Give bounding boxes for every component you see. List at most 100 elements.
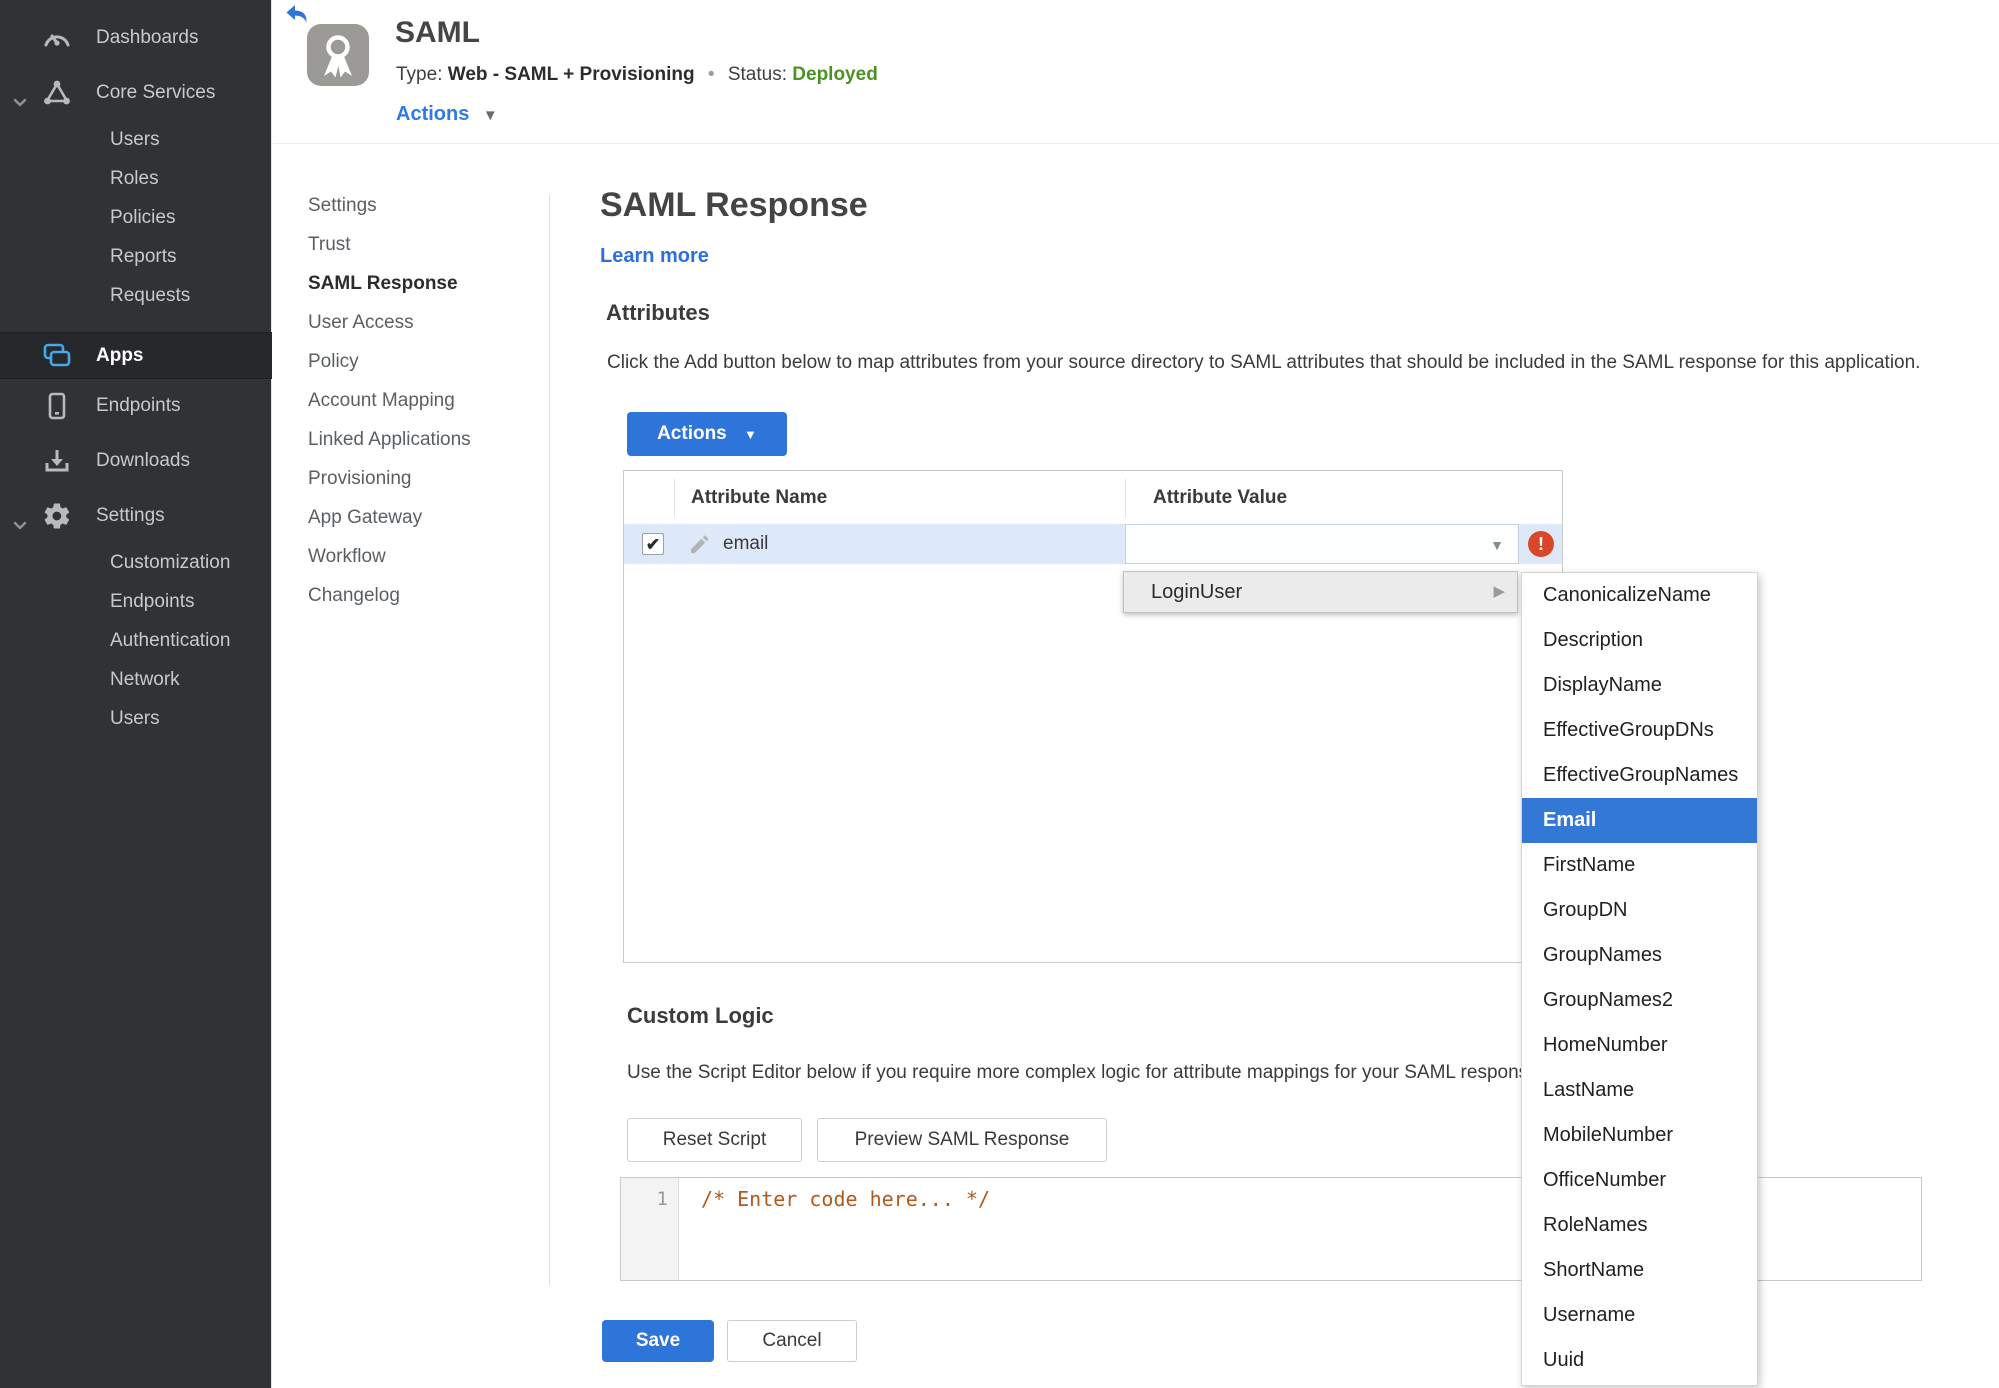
- editor-code[interactable]: /* Enter code here... */: [701, 1187, 990, 1211]
- chevron-down-icon[interactable]: [12, 85, 28, 107]
- sidebar-item-roles[interactable]: Roles: [0, 159, 272, 199]
- sidebar-subitem-label: Endpoints: [110, 591, 195, 612]
- tab-account-mapping[interactable]: Account Mapping: [308, 388, 528, 414]
- value-menu-loginuser[interactable]: LoginUser ▶: [1123, 571, 1518, 613]
- menu-item-firstname[interactable]: FirstName: [1522, 843, 1757, 888]
- attributes-description: Click the Add button below to map attrib…: [607, 352, 1921, 373]
- attributes-table: Attribute Name Attribute Value ✔ email ▼…: [623, 470, 1563, 963]
- menu-item-username[interactable]: Username: [1522, 1293, 1757, 1338]
- column-header-attribute-value: Attribute Value: [1153, 487, 1288, 508]
- sidebar-subitem-label: Authentication: [110, 630, 231, 651]
- sidebar-subitem-label: Network: [110, 669, 180, 690]
- sidebar-item-users-settings[interactable]: Users: [0, 699, 272, 739]
- status-badge: Deployed: [792, 64, 878, 85]
- custom-logic-description: Use the Script Editor below if you requi…: [627, 1062, 1544, 1083]
- tab-changelog[interactable]: Changelog: [308, 583, 528, 609]
- sidebar-item-users[interactable]: Users: [0, 120, 272, 160]
- type-value: Web - SAML + Provisioning: [447, 64, 695, 85]
- column-header-attribute-name: Attribute Name: [691, 487, 828, 508]
- award-ribbon-icon: [307, 24, 369, 86]
- menu-item-groupdn[interactable]: GroupDN: [1522, 888, 1757, 933]
- tab-workflow[interactable]: Workflow: [308, 544, 528, 570]
- app-actions-menu[interactable]: Actions ▼: [396, 103, 498, 126]
- status-label: Status:: [727, 64, 787, 85]
- sidebar-item-core-services[interactable]: Core Services: [0, 73, 272, 113]
- tab-user-access[interactable]: User Access: [308, 310, 528, 336]
- sidebar-item-reports[interactable]: Reports: [0, 237, 272, 277]
- attributes-actions-button[interactable]: Actions ▼: [627, 412, 787, 456]
- menu-item-uuid[interactable]: Uuid: [1522, 1338, 1757, 1383]
- tab-linked-applications[interactable]: Linked Applications: [308, 427, 528, 453]
- cancel-button[interactable]: Cancel: [727, 1320, 857, 1362]
- sidebar-item-label: Core Services: [96, 82, 216, 103]
- sidebar-item-label: Downloads: [96, 450, 190, 471]
- pencil-icon: [688, 532, 712, 556]
- sidebar-subitem-label: Customization: [110, 552, 231, 573]
- row-checkbox[interactable]: ✔: [642, 533, 664, 555]
- sidebar-item-policies[interactable]: Policies: [0, 198, 272, 238]
- tab-policy[interactable]: Policy: [308, 349, 528, 375]
- sidebar-subitem-label: Policies: [110, 207, 176, 228]
- tab-app-gateway[interactable]: App Gateway: [308, 505, 528, 531]
- sidebar-subitem-label: Users: [110, 708, 160, 729]
- sidebar-subitem-label: Roles: [110, 168, 159, 189]
- menu-item-displayname[interactable]: DisplayName: [1522, 663, 1757, 708]
- tab-settings[interactable]: Settings: [308, 193, 528, 219]
- app-actions-label: Actions: [396, 103, 470, 125]
- attribute-name-cell: email: [723, 533, 769, 554]
- sidebar-item-endpoints[interactable]: Endpoints: [0, 386, 272, 426]
- menu-item-effectivegroupnames[interactable]: EffectiveGroupNames: [1522, 753, 1757, 798]
- menu-item-lastname[interactable]: LastName: [1522, 1068, 1757, 1113]
- apps-icon: [42, 341, 72, 371]
- menu-item-shortname[interactable]: ShortName: [1522, 1248, 1757, 1293]
- dashboard-gauge-icon: [42, 23, 72, 53]
- app-meta: Type: Web - SAML + Provisioning • Status…: [396, 64, 878, 86]
- sidebar-item-endpoints-settings[interactable]: Endpoints: [0, 582, 272, 622]
- sidebar-item-dashboards[interactable]: Dashboards: [0, 18, 272, 58]
- menu-item-email[interactable]: Email: [1522, 798, 1757, 843]
- preview-saml-response-button[interactable]: Preview SAML Response: [817, 1118, 1107, 1162]
- attribute-submenu: CanonicalizeName Description DisplayName…: [1521, 572, 1758, 1386]
- save-button[interactable]: Save: [602, 1320, 714, 1362]
- sidebar-item-authentication[interactable]: Authentication: [0, 621, 272, 661]
- attributes-actions-label: Actions: [657, 423, 727, 444]
- sidebar-item-customization[interactable]: Customization: [0, 543, 272, 583]
- tab-trust[interactable]: Trust: [308, 232, 528, 258]
- attribute-value-dropdown[interactable]: ▼: [1125, 524, 1519, 564]
- menu-item-groupnames[interactable]: GroupNames: [1522, 933, 1757, 978]
- sidebar-item-label: Settings: [96, 505, 165, 526]
- tab-saml-response[interactable]: SAML Response: [308, 271, 528, 297]
- sidebar-item-label: Dashboards: [96, 27, 199, 48]
- error-exclamation-icon: !: [1528, 531, 1554, 557]
- sidebar-item-requests[interactable]: Requests: [0, 276, 272, 316]
- line-number: 1: [656, 1188, 668, 1210]
- type-label: Type:: [396, 64, 443, 85]
- reset-script-button[interactable]: Reset Script: [627, 1118, 802, 1162]
- attributes-heading: Attributes: [606, 300, 710, 325]
- checkmark-icon: ✔: [645, 535, 661, 554]
- downloads-icon: [42, 446, 72, 476]
- menu-item-description[interactable]: Description: [1522, 618, 1757, 663]
- menu-item-mobilenumber[interactable]: MobileNumber: [1522, 1113, 1757, 1158]
- menu-item-groupnames2[interactable]: GroupNames2: [1522, 978, 1757, 1023]
- back-arrow-icon[interactable]: [285, 3, 309, 23]
- tab-provisioning[interactable]: Provisioning: [308, 466, 528, 492]
- menu-item-rolenames[interactable]: RoleNames: [1522, 1203, 1757, 1248]
- value-menu-label: LoginUser: [1151, 581, 1243, 603]
- sidebar-item-network[interactable]: Network: [0, 660, 272, 700]
- menu-item-effectivegroupdns[interactable]: EffectiveGroupDNs: [1522, 708, 1757, 753]
- menu-item-officenumber[interactable]: OfficeNumber: [1522, 1158, 1757, 1203]
- table-row[interactable]: ✔ email ▼ !: [624, 524, 1562, 564]
- learn-more-link[interactable]: Learn more: [600, 245, 709, 268]
- sidebar-item-settings[interactable]: Settings: [0, 496, 272, 536]
- chevron-down-icon[interactable]: [12, 508, 28, 530]
- sidebar-item-apps[interactable]: Apps: [0, 332, 272, 379]
- column-divider: [674, 479, 675, 517]
- menu-item-homenumber[interactable]: HomeNumber: [1522, 1023, 1757, 1068]
- sidebar: Dashboards Core Services Users Roles Pol…: [0, 0, 272, 1388]
- sidebar-item-downloads[interactable]: Downloads: [0, 441, 272, 481]
- menu-item-canonicalizename[interactable]: CanonicalizeName: [1522, 573, 1757, 618]
- caret-down-icon: ▼: [744, 427, 757, 442]
- sidebar-item-label: Apps: [96, 345, 144, 366]
- app-section-nav: Settings Trust SAML Response User Access…: [308, 193, 528, 622]
